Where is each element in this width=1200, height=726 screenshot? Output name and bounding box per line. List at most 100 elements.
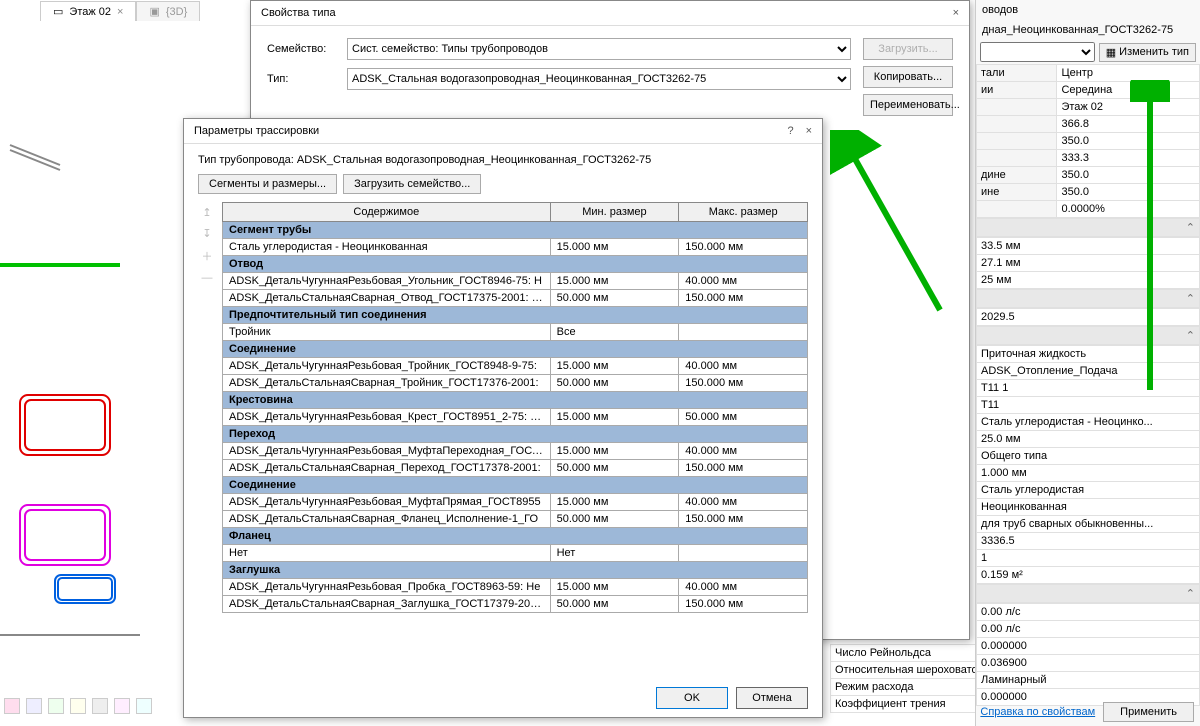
dialog-titlebar[interactable]: Параметры трассировки ? × — [184, 119, 822, 144]
cancel-button[interactable]: Отмена — [736, 687, 808, 709]
prop-value[interactable]: Т11 1 — [977, 380, 1200, 397]
close-icon[interactable]: × — [117, 6, 123, 18]
table-cell[interactable]: ADSK_ДетальЧугуннаяРезьбовая_МуфтаПерехо… — [223, 443, 551, 460]
prop-value[interactable]: 3336.5 — [977, 533, 1200, 550]
table-cell[interactable]: 150.000 мм — [679, 375, 808, 392]
table-cell[interactable]: 15.000 мм — [550, 239, 679, 256]
table-cell[interactable]: 150.000 мм — [679, 290, 808, 307]
prop-value[interactable]: ADSK_Отопление_Подача — [977, 363, 1200, 380]
table-cell[interactable] — [679, 324, 808, 341]
table-cell[interactable]: 15.000 мм — [550, 494, 679, 511]
table-cell[interactable]: 50.000 мм — [550, 375, 679, 392]
tool-icon[interactable] — [48, 698, 64, 714]
prop-value[interactable]: для труб сварных обыкновенны... — [977, 516, 1200, 533]
tab-3d[interactable]: ▣ {3D} — [136, 1, 200, 21]
table-cell[interactable]: ADSK_ДетальСтальнаяСварная_Переход_ГОСТ1… — [223, 460, 551, 477]
table-cell[interactable]: 50.000 мм — [550, 511, 679, 528]
prop-value[interactable]: 33.5 мм — [977, 238, 1200, 255]
prop-value[interactable]: Приточная жидкость — [977, 346, 1200, 363]
table-cell[interactable]: 150.000 мм — [679, 511, 808, 528]
prop-value[interactable]: 350.0 — [1057, 167, 1200, 184]
prop-value[interactable]: 0.00 л/с — [977, 604, 1200, 621]
prop-value[interactable]: Неоцинкованная — [977, 499, 1200, 516]
table-cell[interactable]: 40.000 мм — [679, 358, 808, 375]
table-cell[interactable]: 15.000 мм — [550, 579, 679, 596]
prop-value[interactable]: Этаж 02 — [1057, 99, 1200, 116]
prop-value[interactable]: 0.036900 — [977, 655, 1200, 672]
tab-floor-02[interactable]: ▭ Этаж 02 × — [40, 1, 136, 21]
prop-value[interactable]: 0.00 л/с — [977, 621, 1200, 638]
table-cell[interactable]: Тройник — [223, 324, 551, 341]
prop-value[interactable]: Ламинарный — [977, 672, 1200, 689]
prop-value[interactable]: 0.159 м² — [977, 567, 1200, 584]
type-select[interactable]: ADSK_Стальная водогазопроводная_Неоцинко… — [347, 68, 851, 90]
prop-value[interactable]: 1 — [977, 550, 1200, 567]
table-cell[interactable]: 150.000 мм — [679, 596, 808, 613]
table-cell[interactable]: Нет — [550, 545, 679, 562]
prop-value[interactable]: 350.0 — [1057, 184, 1200, 201]
tool-icon[interactable] — [4, 698, 20, 714]
instance-select[interactable] — [980, 42, 1095, 62]
table-cell[interactable]: ADSK_ДетальЧугуннаяРезьбовая_Тройник_ГОС… — [223, 358, 551, 375]
prop-value[interactable]: 0.000000 — [977, 638, 1200, 655]
prop-value[interactable]: Т11 — [977, 397, 1200, 414]
tool-icon[interactable] — [26, 698, 42, 714]
table-cell[interactable]: Нет — [223, 545, 551, 562]
table-cell[interactable]: 50.000 мм — [550, 460, 679, 477]
section-collapse-icon[interactable]: ⌃ — [977, 290, 1200, 308]
help-icon[interactable]: ? — [787, 125, 793, 137]
tool-icon[interactable] — [114, 698, 130, 714]
table-cell[interactable]: 40.000 мм — [679, 273, 808, 290]
section-collapse-icon[interactable]: ⌃ — [977, 585, 1200, 603]
prop-value[interactable]: 2029.5 — [977, 309, 1200, 326]
table-cell[interactable]: ADSK_ДетальСтальнаяСварная_Фланец_Исполн… — [223, 511, 551, 528]
col-content[interactable]: Содержимое — [223, 203, 551, 222]
table-cell[interactable]: 50.000 мм — [550, 290, 679, 307]
properties-table[interactable]: Приточная жидкостьADSK_Отопление_ПодачаТ… — [976, 345, 1200, 584]
prop-value[interactable]: 333.3 — [1057, 150, 1200, 167]
table-cell[interactable]: Сталь углеродистая - Неоцинкованная — [223, 239, 551, 256]
load-button[interactable]: Загрузить... — [863, 38, 953, 60]
properties-table[interactable]: 0.00 л/с0.00 л/с0.0000000.036900Ламинарн… — [976, 603, 1200, 706]
table-cell[interactable]: 150.000 мм — [679, 460, 808, 477]
properties-help-link[interactable]: Справка по свойствам — [980, 706, 1095, 718]
prop-value[interactable]: 25 мм — [977, 272, 1200, 289]
table-cell[interactable]: 150.000 мм — [679, 239, 808, 256]
segments-sizes-button[interactable]: Сегменты и размеры... — [198, 174, 337, 194]
family-select[interactable]: Сист. семейство: Типы трубопроводов — [347, 38, 851, 60]
prop-value[interactable]: 0.0000% — [1057, 201, 1200, 218]
properties-table[interactable]: талиЦентрииСерединаЭтаж 02366.8350.0333.… — [976, 64, 1200, 218]
tool-icon[interactable] — [70, 698, 86, 714]
table-cell[interactable]: ADSK_ДетальЧугуннаяРезьбовая_Угольник_ГО… — [223, 273, 551, 290]
table-cell[interactable]: 40.000 мм — [679, 443, 808, 460]
table-cell[interactable]: ADSK_ДетальСтальнаяСварная_Отвод_ГОСТ173… — [223, 290, 551, 307]
table-cell[interactable]: Все — [550, 324, 679, 341]
copy-button[interactable]: Копировать... — [863, 66, 953, 88]
prop-value[interactable]: 1.000 мм — [977, 465, 1200, 482]
prop-value[interactable]: 350.0 — [1057, 133, 1200, 150]
table-cell[interactable]: 40.000 мм — [679, 579, 808, 596]
table-cell[interactable]: 15.000 мм — [550, 358, 679, 375]
tool-icon[interactable] — [136, 698, 152, 714]
table-cell[interactable]: 50.000 мм — [550, 596, 679, 613]
edit-type-button[interactable]: ▦ Изменить тип — [1099, 43, 1196, 62]
section-collapse-icon[interactable]: ⌃ — [977, 327, 1200, 345]
properties-table[interactable]: 2029.5 — [976, 308, 1200, 326]
table-cell[interactable]: ADSK_ДетальСтальнаяСварная_Заглушка_ГОСТ… — [223, 596, 551, 613]
apply-button[interactable]: Применить — [1103, 702, 1194, 722]
move-down-icon[interactable]: ↧ — [202, 227, 211, 240]
table-cell[interactable]: ADSK_ДетальЧугуннаяРезьбовая_Крест_ГОСТ8… — [223, 409, 551, 426]
add-icon[interactable]: ＋ — [202, 248, 213, 264]
prop-value[interactable]: Сталь углеродистая - Неоцинко... — [977, 414, 1200, 431]
load-family-button[interactable]: Загрузить семейство... — [343, 174, 481, 194]
rename-button[interactable]: Переименовать... — [863, 94, 953, 116]
table-cell[interactable] — [679, 545, 808, 562]
table-cell[interactable]: 15.000 мм — [550, 443, 679, 460]
table-cell[interactable]: ADSK_ДетальСтальнаяСварная_Тройник_ГОСТ1… — [223, 375, 551, 392]
dialog-titlebar[interactable]: Свойства типа × — [251, 1, 969, 26]
prop-value[interactable]: 25.0 мм — [977, 431, 1200, 448]
table-cell[interactable]: ADSK_ДетальЧугуннаяРезьбовая_Пробка_ГОСТ… — [223, 579, 551, 596]
tool-icon[interactable] — [92, 698, 108, 714]
view-toolbar[interactable] — [4, 698, 152, 714]
prop-value[interactable]: Сталь углеродистая — [977, 482, 1200, 499]
